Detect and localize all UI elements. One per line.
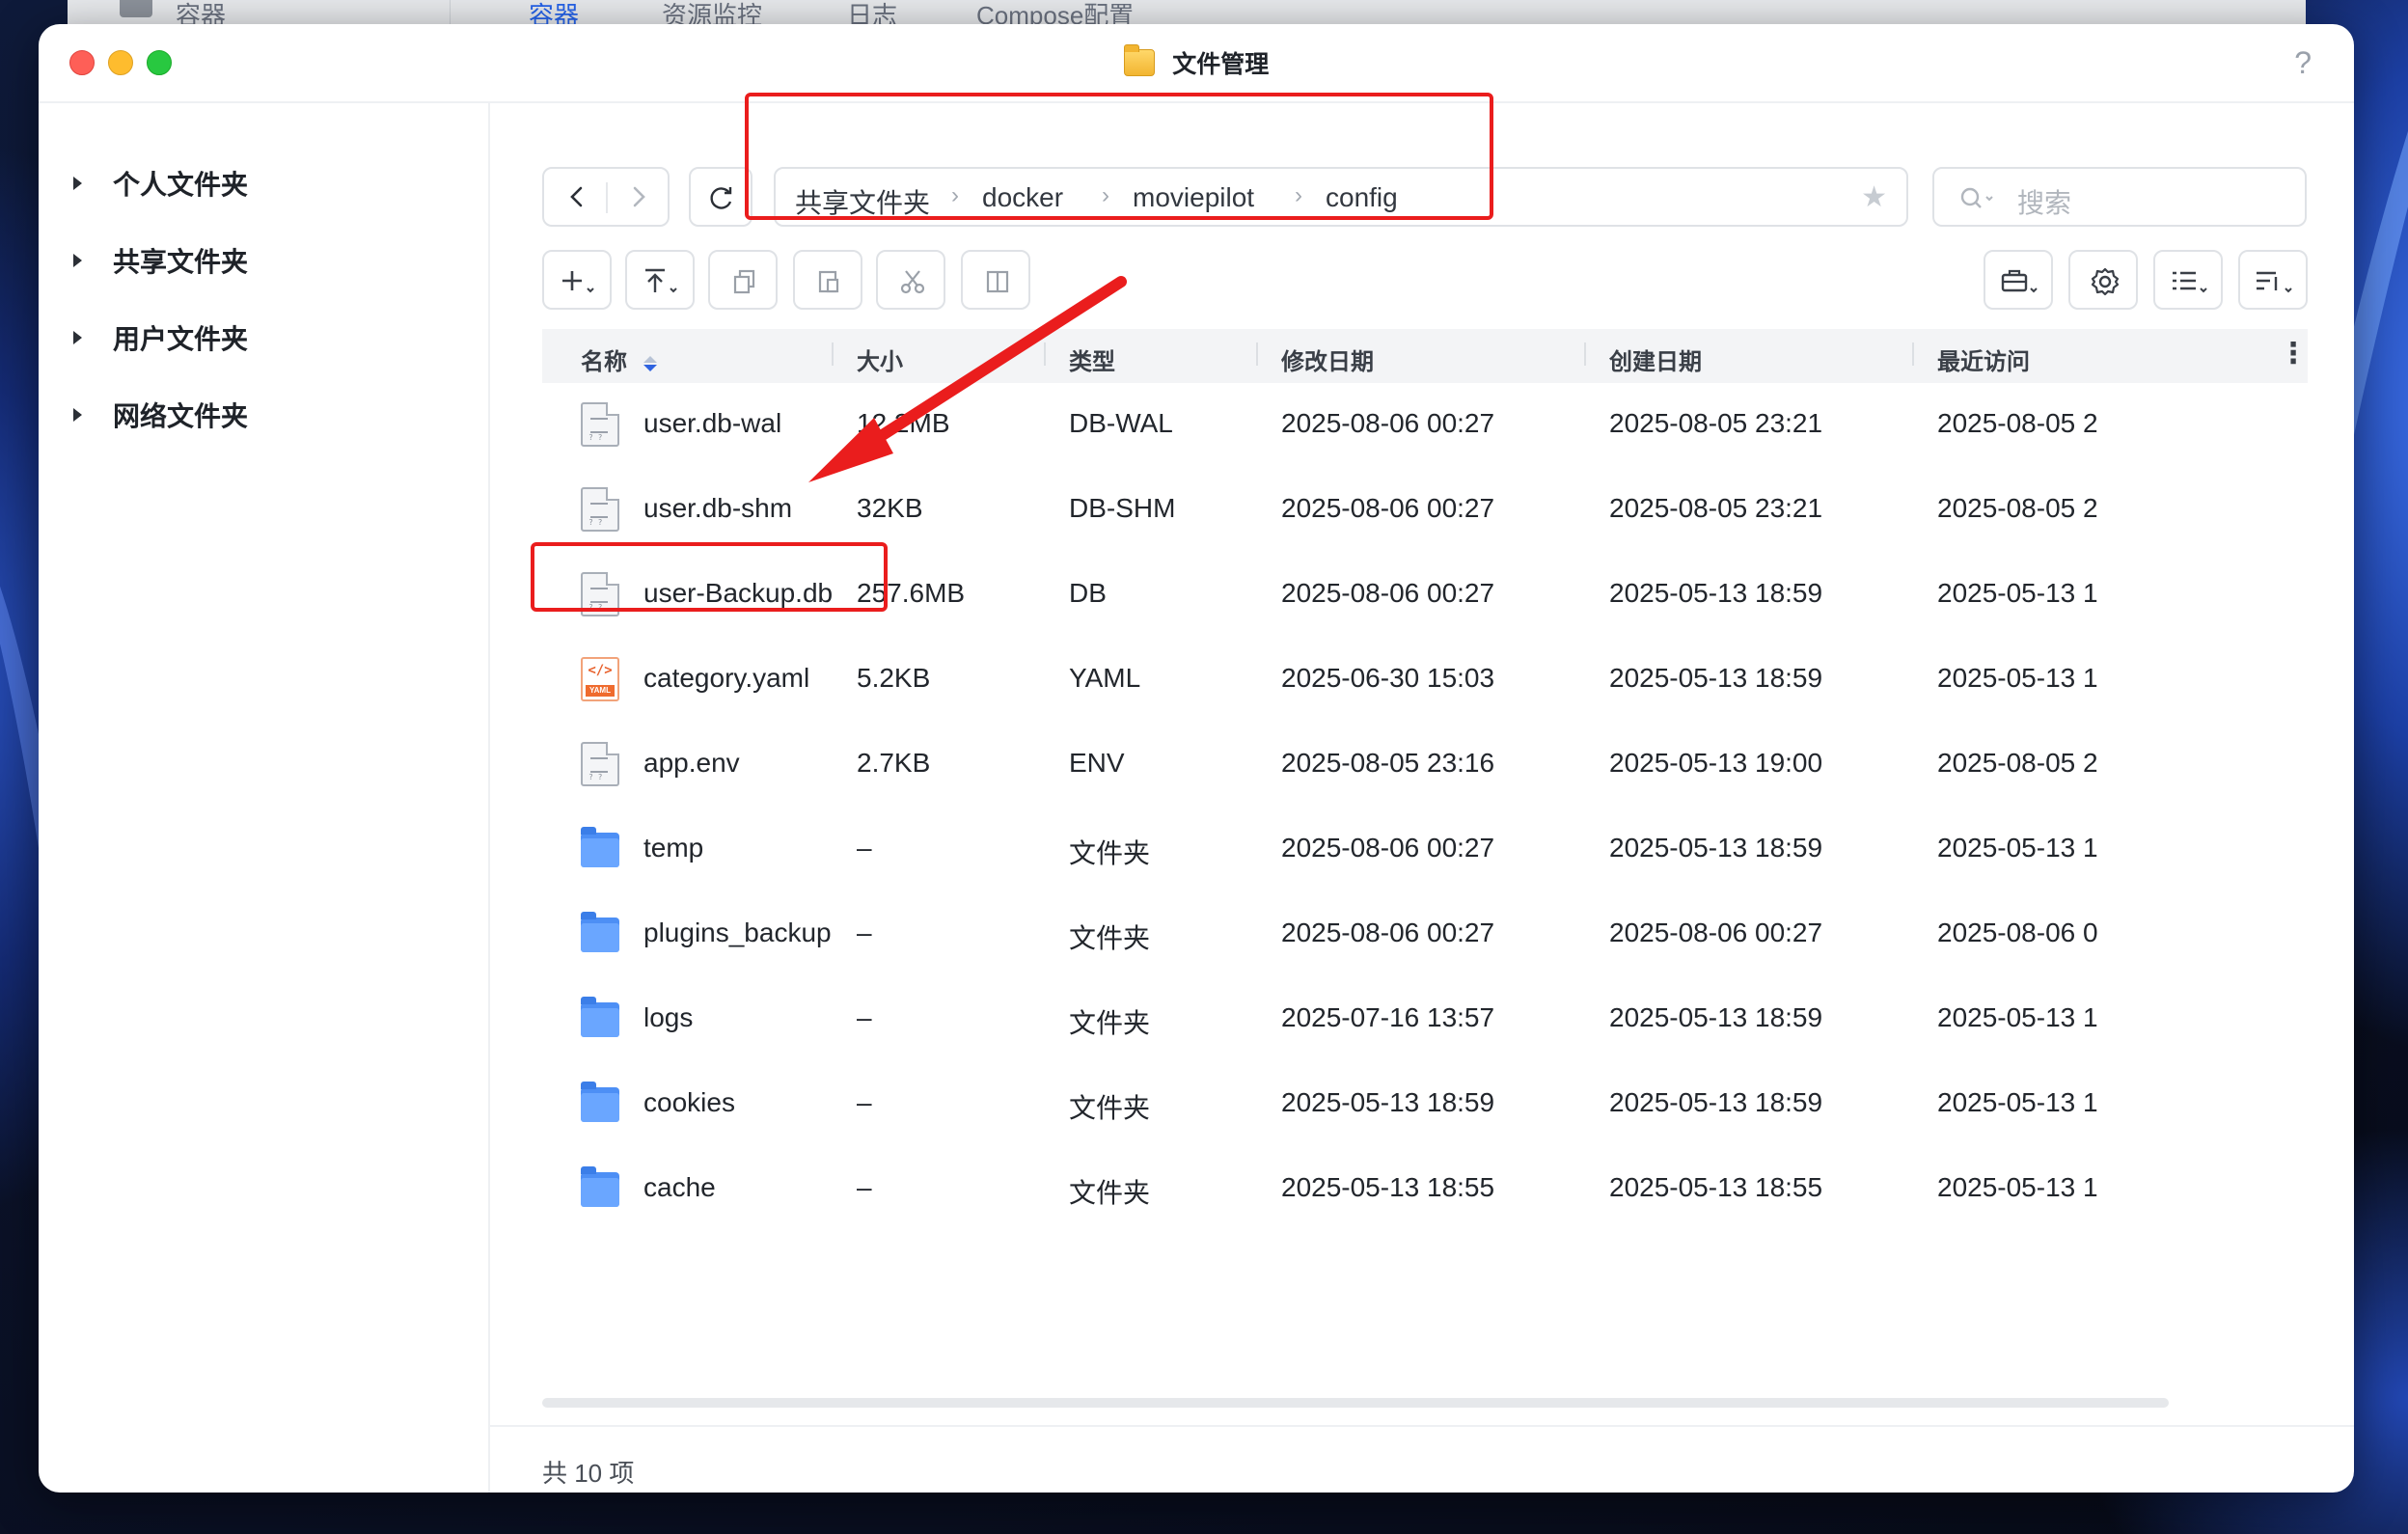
annotation-arrow-icon — [808, 276, 1127, 482]
